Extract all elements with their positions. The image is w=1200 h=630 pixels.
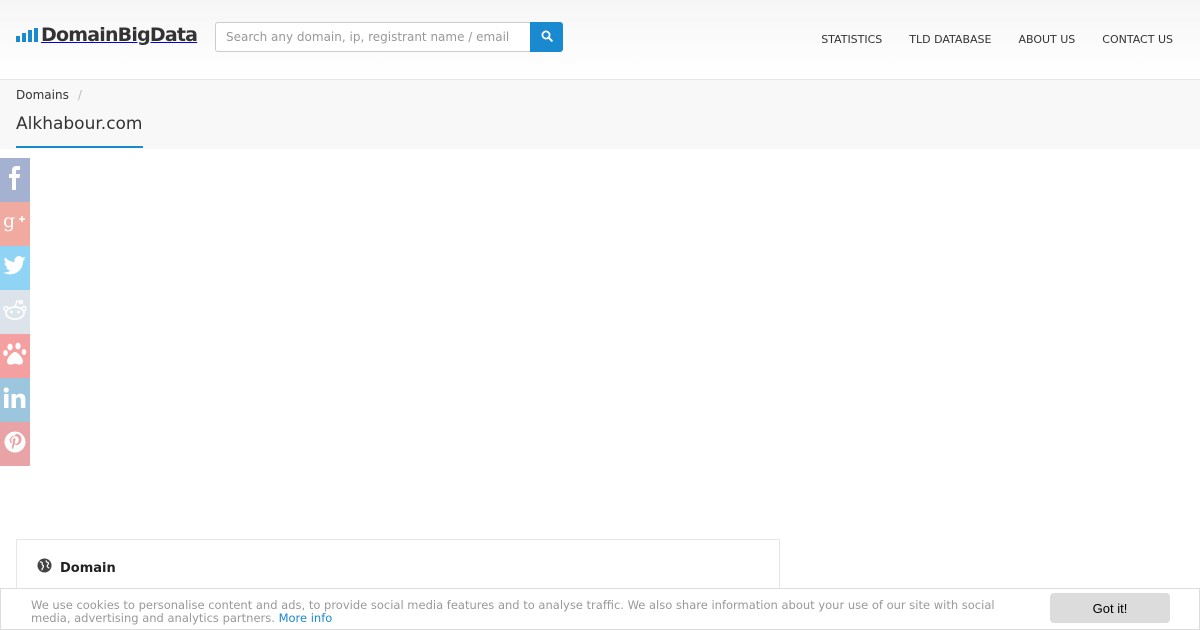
bar-chart-icon <box>16 28 38 42</box>
breadcrumb: Domains / <box>16 88 82 102</box>
twitter-icon <box>3 255 27 281</box>
share-pinterest-button[interactable] <box>0 422 30 466</box>
svg-text:g: g <box>3 211 15 232</box>
title-strip: Domains / Alkhabour.com <box>0 80 1200 149</box>
share-reddit-button[interactable] <box>0 290 30 334</box>
cookie-more-info-link[interactable]: More info <box>279 611 333 625</box>
page-title: Alkhabour.com <box>16 114 143 148</box>
domain-card-header: Domain <box>37 558 116 578</box>
nav-contact-us[interactable]: CONTACT US <box>1102 33 1173 46</box>
main-nav: STATISTICS TLD DATABASE ABOUT US CONTACT… <box>821 33 1200 46</box>
logo-text: DomainBigData <box>41 24 198 46</box>
nav-about-us[interactable]: ABOUT US <box>1018 33 1075 46</box>
search-icon <box>541 30 553 45</box>
site-header: DomainBigData STATISTICS TLD DATABASE AB… <box>0 0 1200 80</box>
google-plus-icon: g <box>2 210 28 238</box>
linkedin-icon <box>3 386 27 414</box>
globe-icon <box>37 558 52 578</box>
cookie-accept-button[interactable]: Got it! <box>1050 593 1170 623</box>
nav-tld-database[interactable]: TLD DATABASE <box>909 33 991 46</box>
cookie-consent-bar: We use cookies to personalise content an… <box>0 588 1200 630</box>
domain-card-title: Domain <box>60 560 116 576</box>
share-facebook-button[interactable] <box>0 158 30 202</box>
share-linkedin-button[interactable] <box>0 378 30 422</box>
share-twitter-button[interactable] <box>0 246 30 290</box>
nav-statistics[interactable]: STATISTICS <box>821 33 882 46</box>
share-google-plus-button[interactable]: g <box>0 202 30 246</box>
search-input[interactable] <box>215 22 530 52</box>
pinterest-icon <box>3 430 27 459</box>
breadcrumb-domains[interactable]: Domains <box>16 88 69 102</box>
breadcrumb-separator: / <box>77 88 82 102</box>
search-form <box>215 22 563 52</box>
share-baidu-button[interactable] <box>0 334 30 378</box>
reddit-icon <box>2 299 28 326</box>
cookie-message: We use cookies to personalise content an… <box>31 599 1021 625</box>
search-button[interactable] <box>530 22 563 52</box>
social-share-bar: g <box>0 158 30 466</box>
facebook-icon <box>5 165 25 195</box>
paw-icon <box>2 341 28 372</box>
cookie-text: We use cookies to personalise content an… <box>31 598 995 625</box>
site-logo[interactable]: DomainBigData <box>16 24 198 46</box>
